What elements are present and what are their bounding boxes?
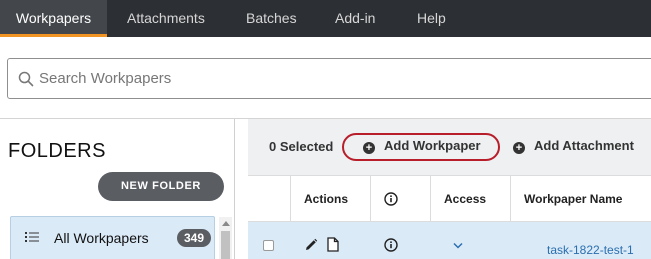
folder-item-all-workpapers[interactable]: All Workpapers 349 — [10, 216, 215, 259]
tab-help[interactable]: Help — [417, 0, 446, 37]
selected-count: 0 Selected — [269, 139, 334, 154]
add-attachment-button[interactable]: + Add Attachment — [513, 138, 634, 154]
add-attachment-label: Add Attachment — [534, 138, 634, 153]
panel-divider — [234, 119, 235, 259]
tab-attachments[interactable]: Attachments — [127, 0, 205, 37]
add-workpaper-highlight — [342, 133, 500, 161]
scroll-up-arrow-icon[interactable] — [222, 221, 230, 226]
column-header-workpaper-name[interactable]: Workpaper Name — [524, 192, 622, 206]
pencil-icon[interactable] — [304, 238, 318, 252]
table-row[interactable]: task-1822-test-1 — [248, 222, 651, 259]
column-header-actions[interactable]: Actions — [304, 192, 348, 206]
workpaper-name-link[interactable]: task-1822-test-1 — [547, 243, 634, 257]
top-nav: Workpapers Attachments Batches Add-in He… — [0, 0, 651, 37]
column-header-access[interactable]: Access — [444, 192, 486, 206]
tab-add-in[interactable]: Add-in — [335, 0, 375, 37]
row-checkbox[interactable] — [263, 240, 274, 251]
tab-batches[interactable]: Batches — [246, 0, 297, 37]
search-input[interactable] — [39, 59, 639, 98]
list-icon — [25, 232, 39, 242]
plus-circle-icon: + — [513, 142, 525, 154]
info-icon[interactable] — [384, 192, 398, 206]
table-header: Actions Access Workpaper Name — [248, 175, 651, 259]
folder-count-badge: 349 — [177, 229, 211, 247]
folder-label: All Workpapers — [54, 230, 149, 246]
folders-scrollbar[interactable] — [219, 217, 232, 259]
tab-workpapers[interactable]: Workpapers — [0, 0, 107, 37]
search-icon — [18, 71, 34, 87]
chevron-down-icon[interactable] — [453, 242, 463, 249]
search-box[interactable] — [7, 58, 651, 99]
folders-title: FOLDERS — [8, 140, 106, 162]
new-folder-button[interactable]: NEW FOLDER — [98, 172, 224, 201]
scrollbar-thumb[interactable] — [221, 231, 230, 259]
info-icon[interactable] — [384, 238, 398, 252]
search-area — [0, 37, 651, 118]
document-icon[interactable] — [327, 237, 339, 252]
